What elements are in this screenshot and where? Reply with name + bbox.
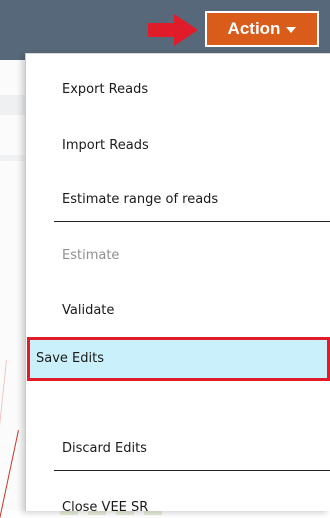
menu-item-close-vee-sr[interactable]: Close VEE SR — [62, 500, 148, 516]
action-button[interactable]: Action — [205, 11, 319, 47]
background-tab-strip-2 — [0, 155, 28, 161]
menu-item-save-edits-highlighted[interactable]: Save Edits — [27, 337, 330, 381]
menu-item-export-reads[interactable]: Export Reads — [62, 82, 148, 98]
action-button-label: Action — [227, 19, 281, 38]
menu-item-discard-edits[interactable]: Discard Edits — [62, 441, 147, 457]
menu-item-estimate: Estimate — [62, 248, 120, 263]
menu-item-save-edits[interactable]: Save Edits — [36, 351, 104, 367]
menu-item-validate[interactable]: Validate — [62, 303, 114, 319]
background-chart-line-red — [0, 430, 19, 518]
background-tab-strip — [0, 95, 28, 115]
annotation-arrow-icon — [148, 14, 198, 46]
action-dropdown-menu: Export Reads Import Reads Estimate range… — [25, 53, 330, 515]
menu-separator — [54, 470, 330, 471]
menu-item-estimate-range-of-reads[interactable]: Estimate range of reads — [62, 192, 218, 208]
menu-item-import-reads[interactable]: Import Reads — [62, 138, 149, 154]
caret-down-icon — [286, 27, 297, 33]
menu-separator — [54, 221, 330, 222]
